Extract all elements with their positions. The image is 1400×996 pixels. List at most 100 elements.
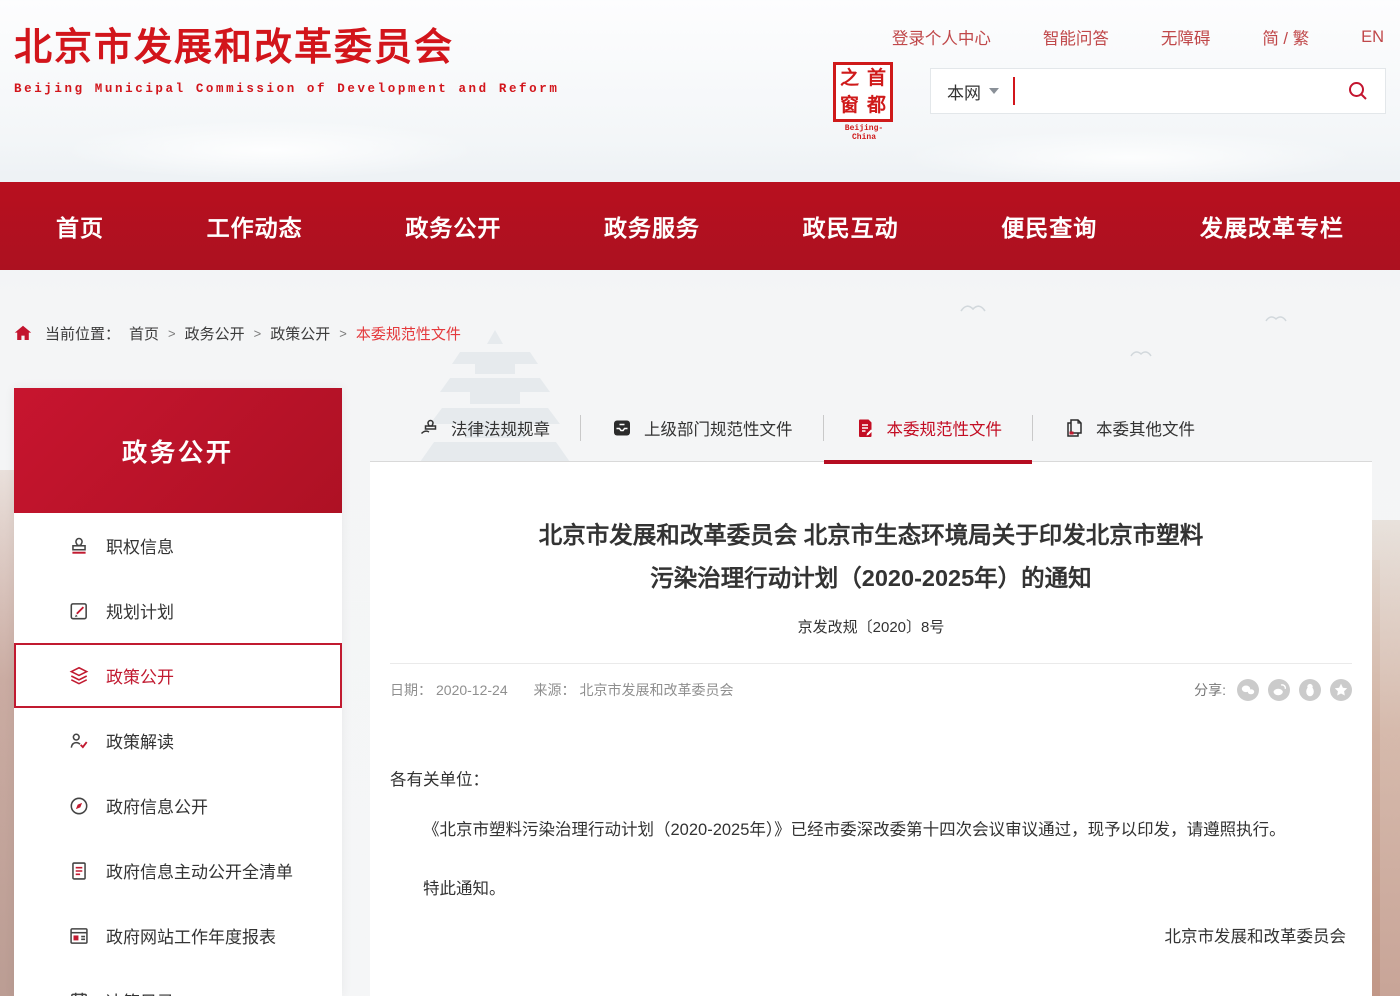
sidebar-item-gov-info-disclosure[interactable]: 政府信息公开 bbox=[14, 773, 342, 838]
person-check-icon bbox=[68, 730, 90, 752]
seal-char: 首 bbox=[863, 65, 890, 92]
nav-item-interaction[interactable]: 政民互动 bbox=[803, 209, 899, 243]
favorite-share-icon[interactable] bbox=[1330, 679, 1352, 701]
sidebar-item-label: 政策解读 bbox=[106, 728, 174, 753]
site-logo[interactable]: 北京市发展和改革委员会 Beijing Municipal Commission… bbox=[14, 16, 559, 96]
sidebar-item-decision-directory[interactable]: 决策目录 bbox=[14, 968, 342, 996]
bird-watermark bbox=[960, 300, 986, 318]
sidebar-item-website-annual-report[interactable]: 政府网站工作年度报表 bbox=[14, 903, 342, 968]
sidebar-item-label: 职权信息 bbox=[106, 533, 174, 558]
tab-superior-normative-docs[interactable]: 上级部门规范性文件 bbox=[581, 395, 823, 461]
search-input[interactable] bbox=[1015, 71, 1347, 111]
source-label: 来源： bbox=[534, 682, 576, 698]
breadcrumb-gov-affairs[interactable]: 政务公开 bbox=[185, 323, 245, 344]
compass-icon bbox=[68, 795, 90, 817]
document-number: 京发改规〔2020〕8号 bbox=[390, 616, 1352, 637]
seal-char: 窗 bbox=[836, 92, 863, 119]
seal-char: 之 bbox=[836, 65, 863, 92]
tab-label: 本委其他文件 bbox=[1096, 416, 1195, 440]
sidebar-item-policy-disclosure[interactable]: 政策公开 bbox=[14, 643, 342, 708]
stamp-icon bbox=[68, 535, 90, 557]
nav-item-work-news[interactable]: 工作动态 bbox=[207, 209, 303, 243]
nav-item-gov-affairs[interactable]: 政务公开 bbox=[405, 209, 501, 243]
sidebar-item-label: 决策目录 bbox=[106, 988, 174, 996]
tab-label: 本委规范性文件 bbox=[887, 416, 1003, 440]
sidebar: 政务公开 职权信息 规划计划 bbox=[14, 388, 342, 996]
nav-item-gov-services[interactable]: 政务服务 bbox=[604, 209, 700, 243]
sidebar-item-authority-info[interactable]: 职权信息 bbox=[14, 513, 342, 578]
main-navigation: 首页 工作动态 政务公开 政务服务 政民互动 便民查询 发展改革专栏 bbox=[0, 182, 1400, 270]
sidebar-menu: 职权信息 规划计划 政策公开 bbox=[14, 513, 342, 996]
smart-qa-link[interactable]: 智能问答 bbox=[1043, 25, 1109, 49]
breadcrumb-home[interactable]: 首页 bbox=[129, 323, 159, 344]
doc-pen-icon bbox=[854, 417, 876, 439]
sidebar-item-proactive-disclosure-list[interactable]: 政府信息主动公开全清单 bbox=[14, 838, 342, 903]
sidebar-item-label: 政府网站工作年度报表 bbox=[106, 923, 276, 948]
divider bbox=[390, 663, 1352, 664]
nav-item-reform-column[interactable]: 发展改革专栏 bbox=[1200, 209, 1344, 243]
bird-watermark bbox=[1130, 345, 1152, 363]
english-link[interactable]: EN bbox=[1361, 28, 1384, 47]
breadcrumb-separator: > bbox=[339, 326, 347, 341]
plan-edit-icon bbox=[68, 600, 90, 622]
search-scope-label: 本网 bbox=[947, 79, 981, 104]
article-source: 北京市发展和改革委员会 bbox=[580, 682, 734, 698]
nav-item-home[interactable]: 首页 bbox=[56, 209, 104, 243]
breadcrumb-current[interactable]: 本委规范性文件 bbox=[356, 323, 461, 344]
files-icon bbox=[1063, 417, 1085, 439]
home-icon bbox=[14, 325, 32, 341]
article-title-line1: 北京市发展和改革委员会 北京市生态环境局关于印发北京市塑料 bbox=[539, 522, 1204, 548]
tab-label: 法律法规规章 bbox=[451, 416, 550, 440]
share-bar: 分享: bbox=[1194, 679, 1352, 701]
site-subtitle: Beijing Municipal Commission of Developm… bbox=[14, 82, 559, 96]
seal-icon: 之 首 窗 都 bbox=[833, 62, 893, 122]
content-tabs: 法律法规规章 上级部门规范性文件 本委规范性文件 bbox=[370, 395, 1372, 462]
breadcrumb: 当前位置： 首页 > 政务公开 > 政策公开 > 本委规范性文件 bbox=[14, 318, 461, 348]
seal-stamp-icon bbox=[418, 417, 440, 439]
building-watermark-right bbox=[1372, 520, 1400, 996]
seal-char: 都 bbox=[863, 92, 890, 119]
bird-watermark bbox=[1265, 310, 1287, 328]
building-watermark-left bbox=[0, 470, 14, 996]
login-personal-center-link[interactable]: 登录个人中心 bbox=[892, 25, 991, 49]
article-body: 各有关单位： 《北京市塑料污染治理行动计划（2020-2025年）》已经市委深改… bbox=[390, 765, 1352, 953]
accessibility-link[interactable]: 无障碍 bbox=[1161, 25, 1211, 49]
inbox-icon bbox=[611, 417, 633, 439]
tab-label: 上级部门规范性文件 bbox=[644, 416, 793, 440]
article-paragraph: 《北京市塑料污染治理行动计划（2020-2025年）》已经市委深改委第十四次会议… bbox=[390, 812, 1352, 848]
annual-report-icon bbox=[68, 925, 90, 947]
search-button[interactable] bbox=[1347, 80, 1369, 102]
breadcrumb-policy[interactable]: 政策公开 bbox=[270, 323, 330, 344]
weibo-share-icon[interactable] bbox=[1268, 679, 1290, 701]
capital-window-seal-logo[interactable]: 之 首 窗 都 Beijing-China bbox=[833, 62, 895, 142]
nav-item-convenient-query[interactable]: 便民查询 bbox=[1001, 209, 1097, 243]
sidebar-item-label: 规划计划 bbox=[106, 598, 174, 623]
tab-laws-regulations[interactable]: 法律法规规章 bbox=[388, 395, 580, 461]
sidebar-item-label: 政策公开 bbox=[106, 663, 174, 688]
search-icon bbox=[1347, 80, 1369, 102]
seal-caption: Beijing-China bbox=[833, 124, 895, 142]
article-meta: 日期：2020-12-24 来源：北京市发展和改革委员会 分享: bbox=[390, 679, 1352, 701]
share-label: 分享: bbox=[1194, 680, 1226, 700]
sidebar-item-label: 政府信息公开 bbox=[106, 793, 208, 818]
site-search: 本网 bbox=[930, 68, 1386, 114]
search-scope-select[interactable]: 本网 bbox=[947, 79, 999, 104]
simplified-traditional-toggle[interactable]: 简 / 繁 bbox=[1262, 25, 1309, 49]
qq-share-icon[interactable] bbox=[1299, 679, 1321, 701]
article-salutation: 各有关单位： bbox=[390, 765, 1352, 796]
article-panel: 北京市发展和改革委员会 北京市生态环境局关于印发北京市塑料 污染治理行动计划（2… bbox=[370, 462, 1372, 996]
wechat-share-icon[interactable] bbox=[1237, 679, 1259, 701]
sidebar-item-planning[interactable]: 规划计划 bbox=[14, 578, 342, 643]
utility-links: 登录个人中心 智能问答 无障碍 简 / 繁 EN bbox=[892, 25, 1384, 49]
breadcrumb-label: 当前位置： bbox=[45, 323, 120, 344]
layers-icon bbox=[68, 665, 90, 687]
tab-commission-normative-docs[interactable]: 本委规范性文件 bbox=[824, 395, 1033, 461]
sidebar-item-policy-interpretation[interactable]: 政策解读 bbox=[14, 708, 342, 773]
chevron-down-icon bbox=[989, 88, 999, 94]
tab-commission-other-docs[interactable]: 本委其他文件 bbox=[1033, 395, 1225, 461]
article-title-line2: 污染治理行动计划（2020-2025年）的通知 bbox=[650, 565, 1091, 591]
breadcrumb-separator: > bbox=[254, 326, 262, 341]
article-signature: 北京市发展和改革委员会 bbox=[390, 922, 1352, 953]
article-meta-left: 日期：2020-12-24 来源：北京市发展和改革委员会 bbox=[390, 680, 738, 700]
document-list-icon bbox=[68, 860, 90, 882]
